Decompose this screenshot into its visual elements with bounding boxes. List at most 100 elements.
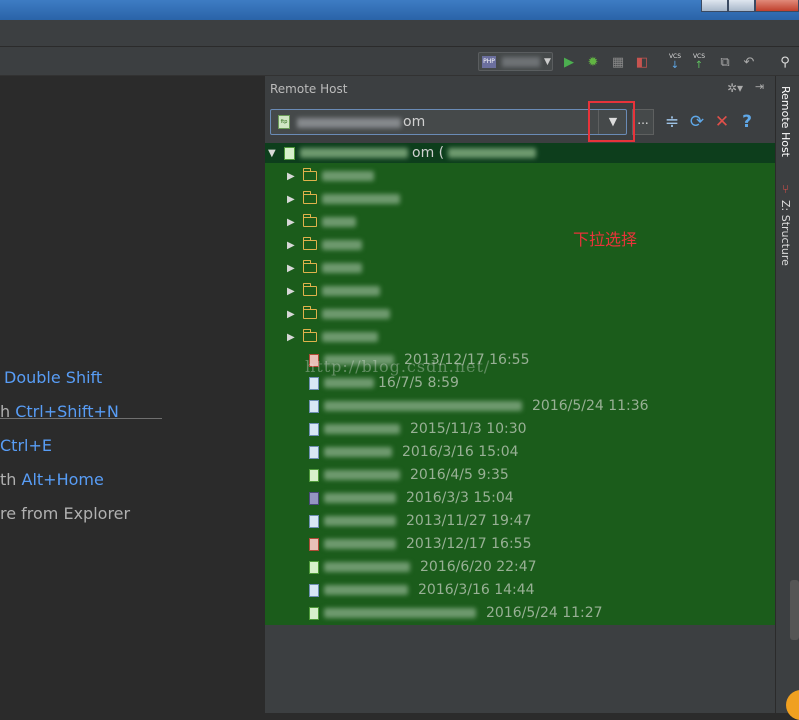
scrollbar[interactable] [790,580,799,640]
file-icon [309,468,319,482]
run-configuration-name [502,56,540,67]
close-window-button[interactable] [755,0,799,12]
tree-file[interactable]: 2016/5/24 11:27 [309,603,603,623]
root-name: om ( [412,145,445,161]
tree-folder[interactable]: ▶ [287,327,378,347]
folder-name [322,217,356,227]
window-title-bar [0,0,799,20]
hide-panel-icon[interactable]: ⇥ [755,80,764,93]
coverage-icon[interactable]: ▦ [609,53,627,71]
file-date: 2013/12/17 16:55 [406,536,532,552]
tree-file[interactable]: 16/7/5 8:59 [309,373,459,393]
tree-root[interactable]: ▼ om ( [268,143,537,163]
file-name [324,470,400,480]
file-date: 2013/11/27 19:47 [406,513,532,529]
tree-folder[interactable]: ▶ [287,212,356,232]
folder-icon [302,214,317,227]
folder-icon [302,168,317,181]
collapsed-icon[interactable]: ▶ [287,171,303,182]
collapsed-icon[interactable]: ▶ [287,240,303,251]
debug-icon[interactable]: ✹ [584,53,602,71]
browse-button[interactable]: ... [632,109,654,135]
stop-icon[interactable]: ◧ [633,53,651,71]
root-name-blurred [300,148,408,158]
file-name [324,378,374,388]
collapsed-icon[interactable]: ▶ [287,194,303,205]
remote-host-panel: Remote Host ✲▾ ⇥ ftp om ▼ ... ≑ ⟳ ✕ ? ▼ … [265,76,775,713]
watermark: http://blog.csdn.net/ [305,357,491,376]
collapsed-icon[interactable]: ▶ [287,286,303,297]
folder-icon [302,306,317,319]
file-date: 2016/4/5 9:35 [410,467,509,483]
vcs-commit-label: VCS [692,53,706,60]
run-configuration-select[interactable]: PHP ▼ [478,52,553,71]
tree-file[interactable]: 2013/12/17 16:55 [309,534,532,554]
tab-structure[interactable]: Z: Structure [779,200,792,266]
file-name [324,447,392,457]
refresh-icon[interactable]: ⟳ [687,112,707,132]
help-icon[interactable]: ? [737,112,757,132]
tree-file[interactable]: 2015/11/3 10:30 [309,419,527,439]
maximize-button[interactable] [728,0,755,12]
file-date: 2016/3/16 15:04 [402,444,519,460]
folder-name [322,332,378,342]
file-date: 2016/3/3 15:04 [406,490,514,506]
minimize-button[interactable] [701,0,728,12]
tree-file[interactable]: 2016/5/24 11:36 [309,396,649,416]
remote-file-tree[interactable]: ▼ om ( ▶ ▶ ▶ ▶ ▶ ▶ ▶ ▶ 2013/12/17 16:55 … [265,143,775,625]
window-controls [701,0,799,12]
file-icon [309,376,319,390]
tree-file[interactable]: 2013/11/27 19:47 [309,511,532,531]
ftp-server-icon [284,146,295,160]
search-icon[interactable]: ⚲ [776,53,794,71]
tree-folder[interactable]: ▶ [287,281,380,301]
collapsed-icon[interactable]: ▶ [287,217,303,228]
panel-title: Remote Host [270,81,348,96]
folder-name [322,171,374,181]
folder-name [322,286,380,296]
collapsed-icon[interactable]: ▶ [287,332,303,343]
folder-icon [302,260,317,273]
tree-folder[interactable]: ▶ [287,235,362,255]
file-name [324,539,396,549]
tree-folder[interactable]: ▶ [287,258,362,278]
undo-icon[interactable]: ↶ [740,53,758,71]
tree-file[interactable]: 2016/6/20 22:47 [309,557,537,577]
tree-file[interactable]: 2016/3/3 15:04 [309,488,514,508]
tab-remote-host[interactable]: Remote Host [779,86,792,157]
tree-file[interactable]: 2016/4/5 9:35 [309,465,509,485]
folder-name [322,194,400,204]
php-file-icon [309,491,319,505]
tree-file[interactable]: 2016/3/16 14:44 [309,580,535,600]
collapse-all-icon[interactable]: ≑ [662,112,682,132]
file-icon [309,606,319,620]
expanded-icon[interactable]: ▼ [268,148,284,159]
file-name [324,493,396,503]
vcs-commit-icon[interactable]: VCS ↑ [690,52,708,72]
run-icon[interactable]: ▶ [560,53,578,71]
collapsed-icon[interactable]: ▶ [287,263,303,274]
root-address-blurred [448,148,537,158]
file-date: 2016/6/20 22:47 [420,559,537,575]
tree-folder[interactable]: ▶ [287,304,390,324]
file-name [324,585,408,595]
file-icon [309,514,319,528]
annotation-text: 下拉选择 [573,230,638,249]
host-select[interactable]: ftp om ▼ [270,109,627,135]
file-icon [309,583,319,597]
panel-header: Remote Host ✲▾ ⇥ [265,76,775,101]
tree-folder[interactable]: ▶ [287,166,374,186]
file-icon [309,537,319,551]
editor-empty-area: Double Shift h Ctrl+Shift+N Ctrl+E th Al… [0,76,265,713]
file-date: 2016/3/16 14:44 [418,582,535,598]
vcs-update-icon[interactable]: VCS ↓ [666,52,684,72]
collapsed-icon[interactable]: ▶ [287,309,303,320]
tree-folder[interactable]: ▶ [287,189,400,209]
chevron-down-icon: ▼ [544,56,551,67]
close-icon[interactable]: ✕ [712,112,732,132]
tree-file[interactable]: 2016/3/16 15:04 [309,442,519,462]
file-date: 2016/5/24 11:36 [532,398,649,414]
compare-icon[interactable]: ⧉ [716,53,734,71]
gear-icon[interactable]: ✲▾ [727,81,743,95]
file-date: 2015/11/3 10:30 [410,421,527,437]
